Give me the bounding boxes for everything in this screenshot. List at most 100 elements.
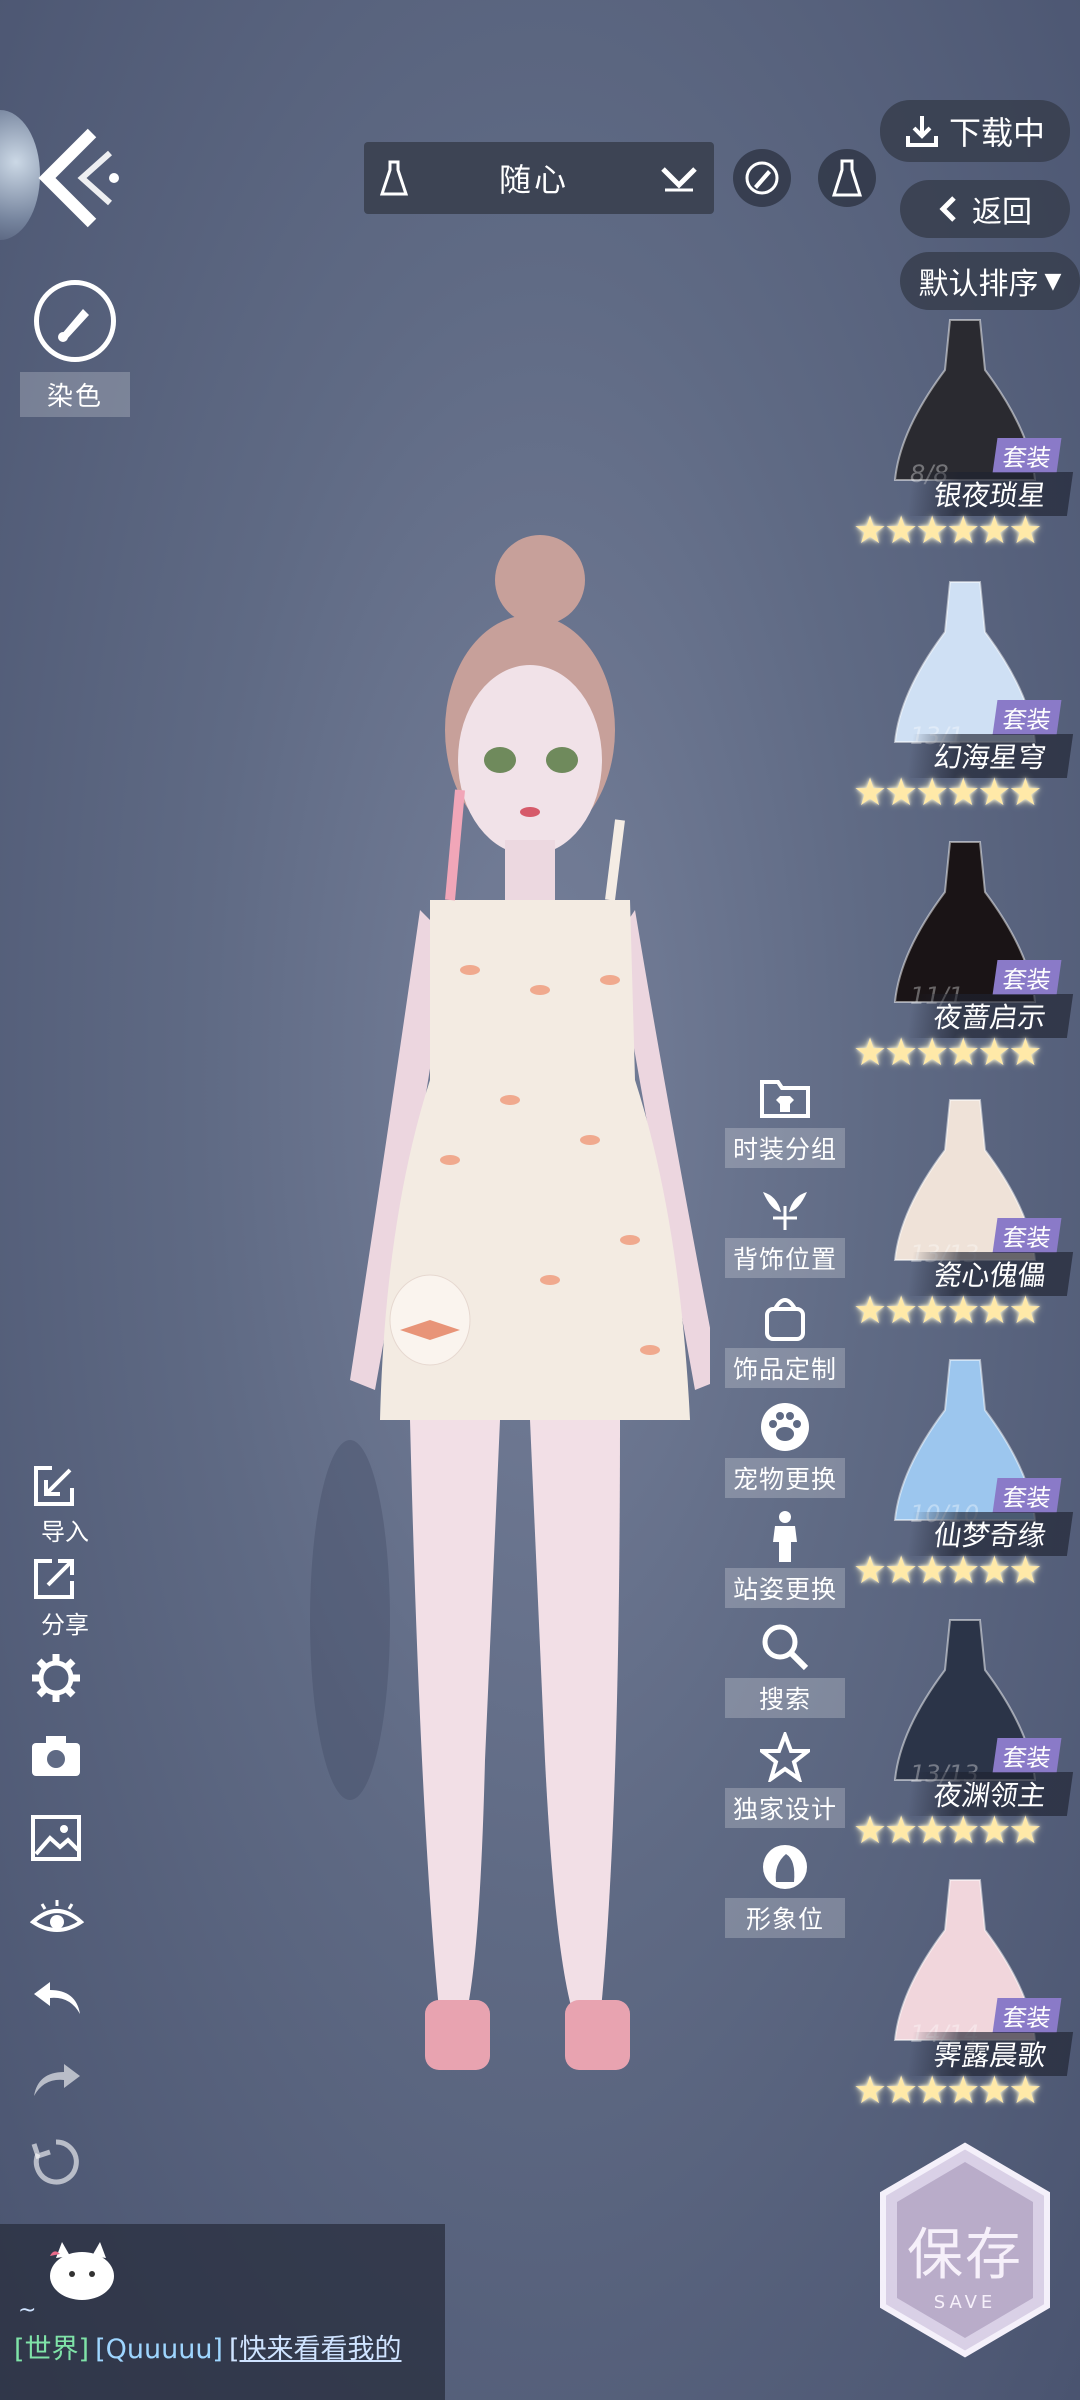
camera-icon [32, 1736, 80, 1776]
outfit-item[interactable]: 8/8套装银夜琐星★★★★★★ [850, 310, 1080, 566]
save-button[interactable]: 保存 SAVE [875, 2140, 1055, 2360]
camera-button[interactable] [30, 1734, 100, 1778]
outfit-item[interactable]: 13/13套装夜渊领主★★★★★★ [850, 1610, 1080, 1866]
dress-icon [364, 160, 424, 196]
portrait-button[interactable]: 形象位 [725, 1840, 845, 1938]
undo-icon [34, 1982, 80, 2014]
star-icon: ★ [915, 1808, 950, 1852]
star-icon: ★ [946, 1030, 981, 1074]
chevron-down-icon [644, 163, 714, 193]
folder-shirt-icon [725, 1070, 845, 1124]
star-icon: ★ [977, 1030, 1012, 1074]
action-label: 背饰位置 [725, 1238, 845, 1278]
image-icon [31, 1815, 81, 1861]
star-icon: ★ [1008, 1288, 1043, 1332]
outfit-item[interactable]: 11/1套装夜蔷启示★★★★★★ [850, 832, 1080, 1088]
save-sub-label: SAVE [933, 2292, 997, 2313]
back-chevron-button[interactable] [22, 118, 132, 238]
action-label: 独家设计 [725, 1788, 845, 1828]
star-icon: ★ [915, 770, 950, 814]
edit-button[interactable] [733, 149, 791, 207]
sort-select[interactable]: 默认排序 ▼ [900, 252, 1080, 310]
settings-button[interactable] [30, 1652, 100, 1704]
action-label: 搜索 [725, 1678, 845, 1718]
chevron-left-icon [939, 196, 956, 222]
chat-message-link[interactable]: [快来看看我的 [229, 2334, 402, 2365]
outfit-item[interactable]: 13/1套装幻海星穹★★★★★★ [850, 572, 1080, 828]
character-model[interactable] [290, 520, 710, 2080]
gear-icon [32, 1654, 80, 1702]
dye-button[interactable]: 染色 [20, 280, 130, 417]
share-button[interactable]: 分享 [30, 1555, 100, 1640]
star-icon: ★ [1008, 2068, 1043, 2112]
star-icon: ★ [853, 1548, 888, 1592]
star-icon: ★ [853, 770, 888, 814]
star-icon: ★ [915, 508, 950, 552]
outfit-set-badge: 套装 [992, 1738, 1062, 1773]
star-icon: ★ [853, 1030, 888, 1074]
star-icon: ★ [946, 770, 981, 814]
paw-button[interactable]: 宠物更换 [725, 1400, 845, 1498]
star-icon: ★ [915, 2068, 950, 2112]
star-icon: ★ [853, 508, 888, 552]
outfit-set-badge: 套装 [992, 1478, 1062, 1513]
return-label: 返回 [972, 195, 1032, 230]
search-button[interactable]: 搜索 [725, 1620, 845, 1718]
search-icon [725, 1620, 845, 1674]
star-icon: ★ [977, 508, 1012, 552]
outfit-list: 8/8套装银夜琐星★★★★★★13/1套装幻海星穹★★★★★★11/1套装夜蔷启… [850, 310, 1080, 2130]
star-button[interactable]: 独家设计 [725, 1730, 845, 1828]
outfit-button[interactable] [818, 149, 876, 207]
hide-ui-button[interactable] [30, 1898, 100, 1938]
folder-shirt-button[interactable]: 时装分组 [725, 1070, 845, 1168]
redo-button[interactable] [30, 2060, 100, 2100]
mode-value: 随心 [498, 161, 569, 199]
wings-move-button[interactable]: 背饰位置 [725, 1180, 845, 1278]
pen-icon [745, 161, 779, 195]
dye-label: 染色 [20, 372, 130, 417]
star-icon: ★ [946, 508, 981, 552]
star-icon: ★ [853, 1288, 888, 1332]
star-icon: ★ [946, 1288, 981, 1332]
undo-button[interactable] [30, 1978, 100, 2018]
star-icon: ★ [884, 508, 919, 552]
download-status-button[interactable]: 下载中 [880, 100, 1070, 162]
action-label: 饰品定制 [725, 1348, 845, 1388]
caret-down-icon: ▼ [1044, 268, 1062, 294]
star-icon: ★ [977, 770, 1012, 814]
outfit-rating: ★ ★ ★ ★ ★ ★ [853, 1030, 1076, 1074]
chevron-left-icon [38, 128, 119, 228]
star-icon: ★ [853, 2068, 888, 2112]
paintbrush-icon [34, 280, 116, 362]
outfit-item[interactable]: 13/13套装瓷心傀儡★★★★★★ [850, 1090, 1080, 1346]
cat-sticker [40, 2238, 120, 2308]
gallery-button[interactable] [30, 1814, 100, 1862]
return-button[interactable]: 返回 [900, 180, 1070, 238]
reset-button[interactable] [30, 2136, 100, 2188]
outfit-item[interactable]: 14/14套装霁露晨歌★★★★★★ [850, 1870, 1080, 2126]
star-icon: ★ [977, 1288, 1012, 1332]
dress-icon [832, 159, 862, 197]
import-button[interactable]: 导入 [30, 1462, 100, 1547]
outfit-rating: ★ ★ ★ ★ ★ ★ [853, 1808, 1076, 1852]
mode-select[interactable]: 随心 [364, 142, 714, 214]
star-icon: ★ [884, 2068, 919, 2112]
chat-panel[interactable]: ~ [世界] [Quuuuu] [快来看看我的 [0, 2224, 445, 2400]
outfit-set-badge: 套装 [992, 700, 1062, 735]
star-icon: ★ [884, 1288, 919, 1332]
portrait-icon [725, 1840, 845, 1894]
star-icon [725, 1730, 845, 1784]
figure-button[interactable]: 站姿更换 [725, 1510, 845, 1608]
import-label: 导入 [41, 1518, 89, 1546]
star-icon: ★ [1008, 1808, 1043, 1852]
star-icon: ★ [915, 1548, 950, 1592]
star-icon: ★ [884, 1808, 919, 1852]
chat-username[interactable]: [Quuuuu] [95, 2334, 223, 2365]
outfit-item[interactable]: 10/10套装仙梦奇缘★★★★★★ [850, 1350, 1080, 1606]
redo-icon [34, 2064, 80, 2096]
figure-icon [725, 1510, 845, 1564]
outfit-set-badge: 套装 [992, 960, 1062, 995]
star-icon: ★ [853, 1808, 888, 1852]
bag-button[interactable]: 饰品定制 [725, 1290, 845, 1388]
chat-message-row[interactable]: [世界] [Quuuuu] [快来看看我的 [14, 2327, 402, 2366]
